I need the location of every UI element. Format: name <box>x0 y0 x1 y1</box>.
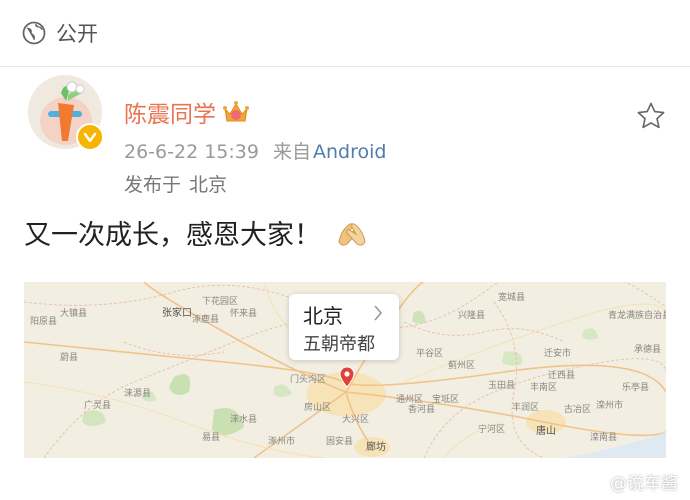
post-meta: 26-6-22 15:39 来自 Android <box>124 137 386 164</box>
map-label: 涿鹿县 <box>192 315 220 325</box>
map-label: 唐山 <box>536 426 556 437</box>
map-label: 易县 <box>202 433 221 443</box>
weibo-icon <box>584 473 605 491</box>
source-prefix: 来自 <box>273 141 312 163</box>
post-header: 陈震同学 26-6-22 15:39 来自 Android 发布于 北京 <box>24 67 666 196</box>
post-time: 26-6-22 15:39 <box>124 141 259 163</box>
map-label: 宁河区 <box>478 425 506 435</box>
map-label: 涿州市 <box>268 437 296 447</box>
city-callout[interactable]: 北京 五朝帝都 <box>289 294 399 360</box>
map-label: 乐亭县 <box>622 383 650 393</box>
map-label: 宽城县 <box>498 293 526 303</box>
map-label: 平谷区 <box>416 349 444 359</box>
weibo-post: 陈震同学 26-6-22 15:39 来自 Android 发布于 北京 又一次成长… <box>0 67 690 458</box>
verified-badge-icon <box>76 123 104 151</box>
map-label: 蓟州区 <box>448 361 476 371</box>
map-label: 阳原县 <box>30 317 58 327</box>
chevron-right-icon <box>374 305 383 321</box>
location-prefix: 发布于 <box>124 174 182 196</box>
map-label: 大兴区 <box>342 415 370 425</box>
visibility-label: 公开 <box>56 22 98 46</box>
map-pin-icon <box>339 366 355 388</box>
star-icon[interactable] <box>636 101 666 131</box>
globe-icon <box>22 21 46 45</box>
location-map[interactable]: 下花园区 张家口 怀来县 涿鹿县 阳原县 大镇县 蔚县 涞源县 广灵县 易县 涞… <box>24 282 666 458</box>
map-label: 丰润区 <box>512 403 540 413</box>
post-content: 又一次成长，感恩大家！ <box>24 213 666 252</box>
source-name[interactable]: Android <box>313 141 386 163</box>
avatar[interactable] <box>28 75 104 151</box>
map-label: 大镇县 <box>60 309 88 319</box>
post-text: 又一次成长，感恩大家！ <box>24 220 321 251</box>
map-label: 房山区 <box>304 403 332 413</box>
map-label: 广灵县 <box>84 401 112 411</box>
callout-title: 北京 <box>303 304 343 328</box>
map-label: 怀来县 <box>230 309 258 319</box>
map-label: 承德县 <box>634 345 662 355</box>
map-label: 香河县 <box>408 405 436 415</box>
crown-icon[interactable] <box>222 99 250 125</box>
map-label: 涞源县 <box>124 389 152 399</box>
map-label: 迁安市 <box>544 349 572 359</box>
map-label: 门头沟区 <box>290 375 327 385</box>
map-label: 滦南县 <box>590 433 618 443</box>
map-label: 蔚县 <box>60 353 79 363</box>
author-row: 陈震同学 <box>124 95 250 129</box>
map-label: 涞水县 <box>230 415 258 425</box>
map-label: 丰南区 <box>530 383 558 393</box>
map-label: 兴隆县 <box>458 311 486 321</box>
map-label: 青龙满族自治县 <box>608 311 666 321</box>
folded-hands-icon <box>338 222 366 246</box>
callout-subtitle: 五朝帝都 <box>303 334 375 355</box>
map-label: 宝坻区 <box>432 395 460 405</box>
post-location: 发布于 北京 <box>124 170 227 197</box>
map-label: 固安县 <box>326 437 354 447</box>
visibility-bar: 公开 <box>0 0 690 67</box>
map-label: 廊坊 <box>366 442 386 453</box>
location-city[interactable]: 北京 <box>189 174 227 196</box>
map-label: 滦州市 <box>596 401 624 411</box>
author-name[interactable]: 陈震同学 <box>124 95 216 129</box>
map-label: 玉田县 <box>488 381 516 391</box>
map-label: 张家口 <box>162 308 192 319</box>
watermark: @说车酱 <box>584 469 678 494</box>
map-label: 古冶区 <box>564 405 592 415</box>
watermark-text: @说车酱 <box>610 474 678 494</box>
